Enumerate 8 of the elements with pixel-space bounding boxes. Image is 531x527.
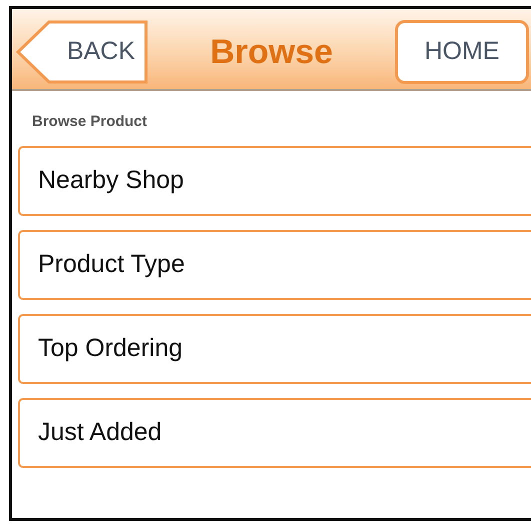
menu-item[interactable]: Nearby Shop	[18, 146, 531, 216]
screen-title: Browse	[210, 32, 333, 72]
home-button[interactable]: HOME	[394, 20, 529, 84]
section-label: Browse Product	[32, 112, 148, 132]
menu-item[interactable]: Product Type	[18, 230, 531, 300]
menu-item[interactable]: Just Added	[18, 398, 531, 468]
menu-item[interactable]: Top Ordering	[18, 314, 531, 384]
back-button[interactable]: BACK	[16, 20, 148, 84]
